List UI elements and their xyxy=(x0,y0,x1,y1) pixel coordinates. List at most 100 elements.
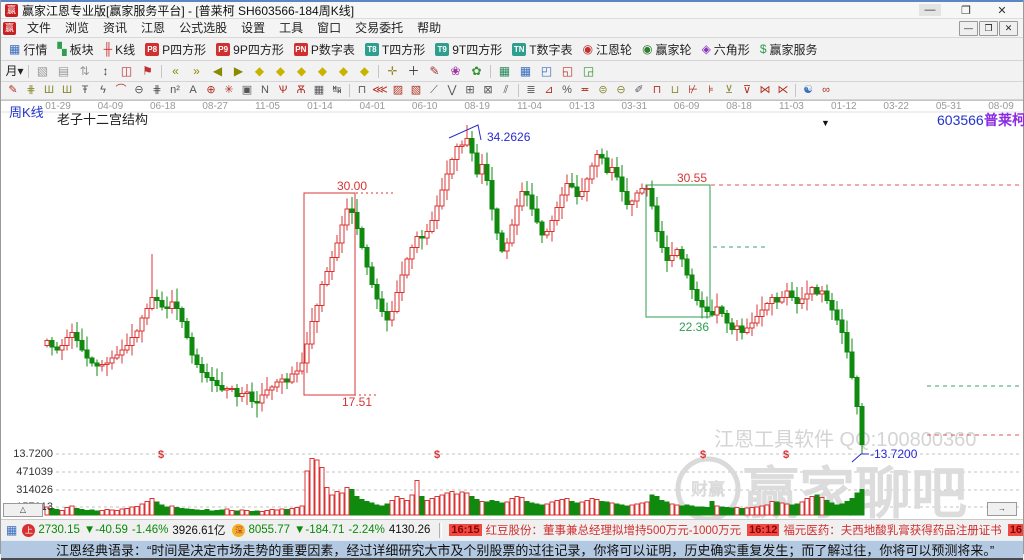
szse-index-icon[interactable]: 深 xyxy=(232,523,246,537)
angle-measure-tool-icon[interactable]: A xyxy=(184,83,202,98)
shaded-box-tool-icon[interactable]: ▨ xyxy=(389,83,407,98)
gold-box-tool-icon[interactable]: ⊔ xyxy=(666,83,684,98)
quotes-button[interactable]: ▦ 行情 xyxy=(4,39,52,59)
spiral-tool-icon[interactable]: ϟ xyxy=(94,83,112,98)
gift-icon[interactable]: ❀ xyxy=(445,62,466,80)
p-number-table-button[interactable]: PN P数字表 xyxy=(289,39,360,59)
crosshair-icon[interactable]: ＋ xyxy=(403,62,424,80)
n-square-tool-icon[interactable]: n² xyxy=(166,83,184,98)
prev-page-icon[interactable]: ◀ xyxy=(207,62,228,80)
trendline-tool-icon[interactable]: ⟋ xyxy=(425,83,443,98)
calculator-icon[interactable]: ▦ xyxy=(515,62,536,80)
box-select-tool-icon[interactable]: ▣ xyxy=(238,83,256,98)
first-page-icon[interactable]: « xyxy=(165,62,186,80)
kline-chart-area[interactable]: 01-29 04-09 06-18 08-27 11-05 01-14 04-01 06-10… xyxy=(1,100,1024,519)
news-time-badge-2[interactable]: 16: xyxy=(1007,524,1023,536)
next-page-icon[interactable]: ▶ xyxy=(228,62,249,80)
price-cycle-tool-icon[interactable]: Ѫ xyxy=(292,83,310,98)
circle-target-tool-icon[interactable]: ⊕ xyxy=(202,83,220,98)
menu-item-7[interactable]: 窗口 xyxy=(310,21,348,35)
p9-square-button[interactable]: P9 9P四方形 xyxy=(211,39,289,59)
gann-wheel-button[interactable]: ◉ 江恩轮 xyxy=(578,39,638,59)
arc-tool-icon[interactable]: ⌒ xyxy=(112,83,130,98)
menu-item-1[interactable]: 浏览 xyxy=(58,21,96,35)
square-tool-icon[interactable]: ⊓ xyxy=(353,83,371,98)
market-grid-icon[interactable]: ▦ xyxy=(6,523,17,537)
menu-item-6[interactable]: 工具 xyxy=(272,21,310,35)
session-icon[interactable]: ✿ xyxy=(466,62,487,80)
diamond-nav-icon-5[interactable]: ◆ xyxy=(333,62,354,80)
j-line-tool-icon[interactable]: ⊬ xyxy=(684,83,702,98)
scroll-right-button[interactable]: → xyxy=(987,502,1017,516)
sse-index-icon[interactable]: 上 xyxy=(22,523,36,537)
gold-circle-tool-icon[interactable]: ⊜ xyxy=(594,83,612,98)
flag-icon[interactable]: ⚑ xyxy=(137,62,158,80)
t-square-button[interactable]: T8 T四方形 xyxy=(360,39,430,59)
channel-tool-icon[interactable]: ⊓ xyxy=(648,83,666,98)
diamond-nav-icon-6[interactable]: ◆ xyxy=(354,62,375,80)
menu-item-8[interactable]: 交易委托 xyxy=(348,21,410,35)
marker-icon[interactable]: ◫ xyxy=(116,62,137,80)
fib-tool-icon[interactable]: ≣ xyxy=(522,83,540,98)
calendar-icon[interactable]: ▦ xyxy=(494,62,515,80)
ellipse-tool-icon[interactable]: ⊖ xyxy=(130,83,148,98)
mdi-minimize-button[interactable]: — xyxy=(959,20,978,36)
diamond-nav-icon-1[interactable]: ◆ xyxy=(249,62,270,80)
period-month-button[interactable]: 月▾ xyxy=(4,62,25,80)
winner-wheel-button[interactable]: ◉ 赢家轮 xyxy=(637,39,697,59)
news-item-text-1[interactable]: 福元医药：夫西地酸乳膏获得药品注册证书 xyxy=(783,522,1002,538)
mdi-close-button[interactable]: ✕ xyxy=(999,20,1018,36)
rays-tool-icon[interactable]: ⋘ xyxy=(371,83,389,98)
kline-button[interactable]: ╫ K线 xyxy=(99,39,141,59)
overlay-icon[interactable]: ▧ xyxy=(32,62,53,80)
news-item-text-0[interactable]: 红豆股份：董事兼总经理拟增持500万元-1000万元 xyxy=(486,522,742,538)
minimize-button[interactable]: — xyxy=(919,4,941,16)
kline-chart-svg[interactable]: 01-29 04-09 06-18 08-27 11-05 01-14 04-01 06-10… xyxy=(1,101,1024,519)
diamond-nav-icon-3[interactable]: ◆ xyxy=(291,62,312,80)
maximize-button[interactable]: ❐ xyxy=(955,4,977,17)
z-line-tool-icon[interactable]: ⊽ xyxy=(738,83,756,98)
matrix-tool-icon[interactable]: ▦ xyxy=(310,83,328,98)
taiji-icon[interactable]: ☯ xyxy=(799,83,817,98)
f-line-tool-icon[interactable]: ⊧ xyxy=(702,83,720,98)
menu-item-0[interactable]: 文件 xyxy=(20,21,58,35)
close-button[interactable]: ✕ xyxy=(991,4,1013,17)
menu-item-5[interactable]: 设置 xyxy=(234,21,272,35)
scale-icon[interactable]: ↕ xyxy=(95,62,116,80)
menu-item-9[interactable]: 帮助 xyxy=(410,21,448,35)
percent-line-tool-icon[interactable]: ≖ xyxy=(576,83,594,98)
hexagon-button[interactable]: ◈ 六角形 xyxy=(697,39,755,59)
time-cycle-tool-icon[interactable]: Ѱ xyxy=(274,83,292,98)
menu-item-3[interactable]: 江恩 xyxy=(134,21,172,35)
sectors-button[interactable]: ▚ 板块 xyxy=(52,39,98,59)
menu-item-2[interactable]: 资讯 xyxy=(96,21,134,35)
trend-small-icon[interactable]: ⇅ xyxy=(74,62,95,80)
p-square-button[interactable]: P8 P四方形 xyxy=(140,39,211,59)
grid-table-tool-icon[interactable]: ⊞ xyxy=(461,83,479,98)
measure-icon[interactable]: ✎ xyxy=(424,62,445,80)
news-time-badge-1[interactable]: 16:12 xyxy=(747,524,780,536)
x-line-tool-icon[interactable]: ⋈ xyxy=(756,83,774,98)
diamond-nav-icon-2[interactable]: ◆ xyxy=(270,62,291,80)
parallel-tool-icon[interactable]: ⫽ xyxy=(497,83,515,98)
zigzag-tool-icon[interactable]: ⋁ xyxy=(443,83,461,98)
t9-square-button[interactable]: T9 9T四方形 xyxy=(430,39,507,59)
starburst-tool-icon[interactable]: ✳ xyxy=(220,83,238,98)
pen-measure-tool-icon[interactable]: ✐ xyxy=(630,83,648,98)
news-time-badge-0[interactable]: 16:15 xyxy=(449,524,482,536)
mdi-restore-button[interactable]: ❐ xyxy=(979,20,998,36)
filled-box-tool-icon[interactable]: ▧ xyxy=(407,83,425,98)
info-panel-icon[interactable]: ▤ xyxy=(53,62,74,80)
pencil-tool-icon[interactable]: ✎ xyxy=(4,83,22,98)
gann-fan-tool-icon[interactable]: Ш xyxy=(40,83,58,98)
hand-tool-icon[interactable]: ✛ xyxy=(382,62,403,80)
percent-zone-tool-icon[interactable]: ⊿ xyxy=(540,83,558,98)
s-line-tool-icon[interactable]: ⊻ xyxy=(720,83,738,98)
width-measure-tool-icon[interactable]: ↹ xyxy=(328,83,346,98)
save-disk-icon[interactable]: ◱ xyxy=(557,62,578,80)
t-number-table-button[interactable]: TN T数字表 xyxy=(507,39,577,59)
menu-item-4[interactable]: 公式选股 xyxy=(172,21,234,35)
grid-lines-tool-icon[interactable]: ⋕ xyxy=(148,83,166,98)
k-line-tool-icon[interactable]: ⋉ xyxy=(774,83,792,98)
diamond-nav-icon-4[interactable]: ◆ xyxy=(312,62,333,80)
